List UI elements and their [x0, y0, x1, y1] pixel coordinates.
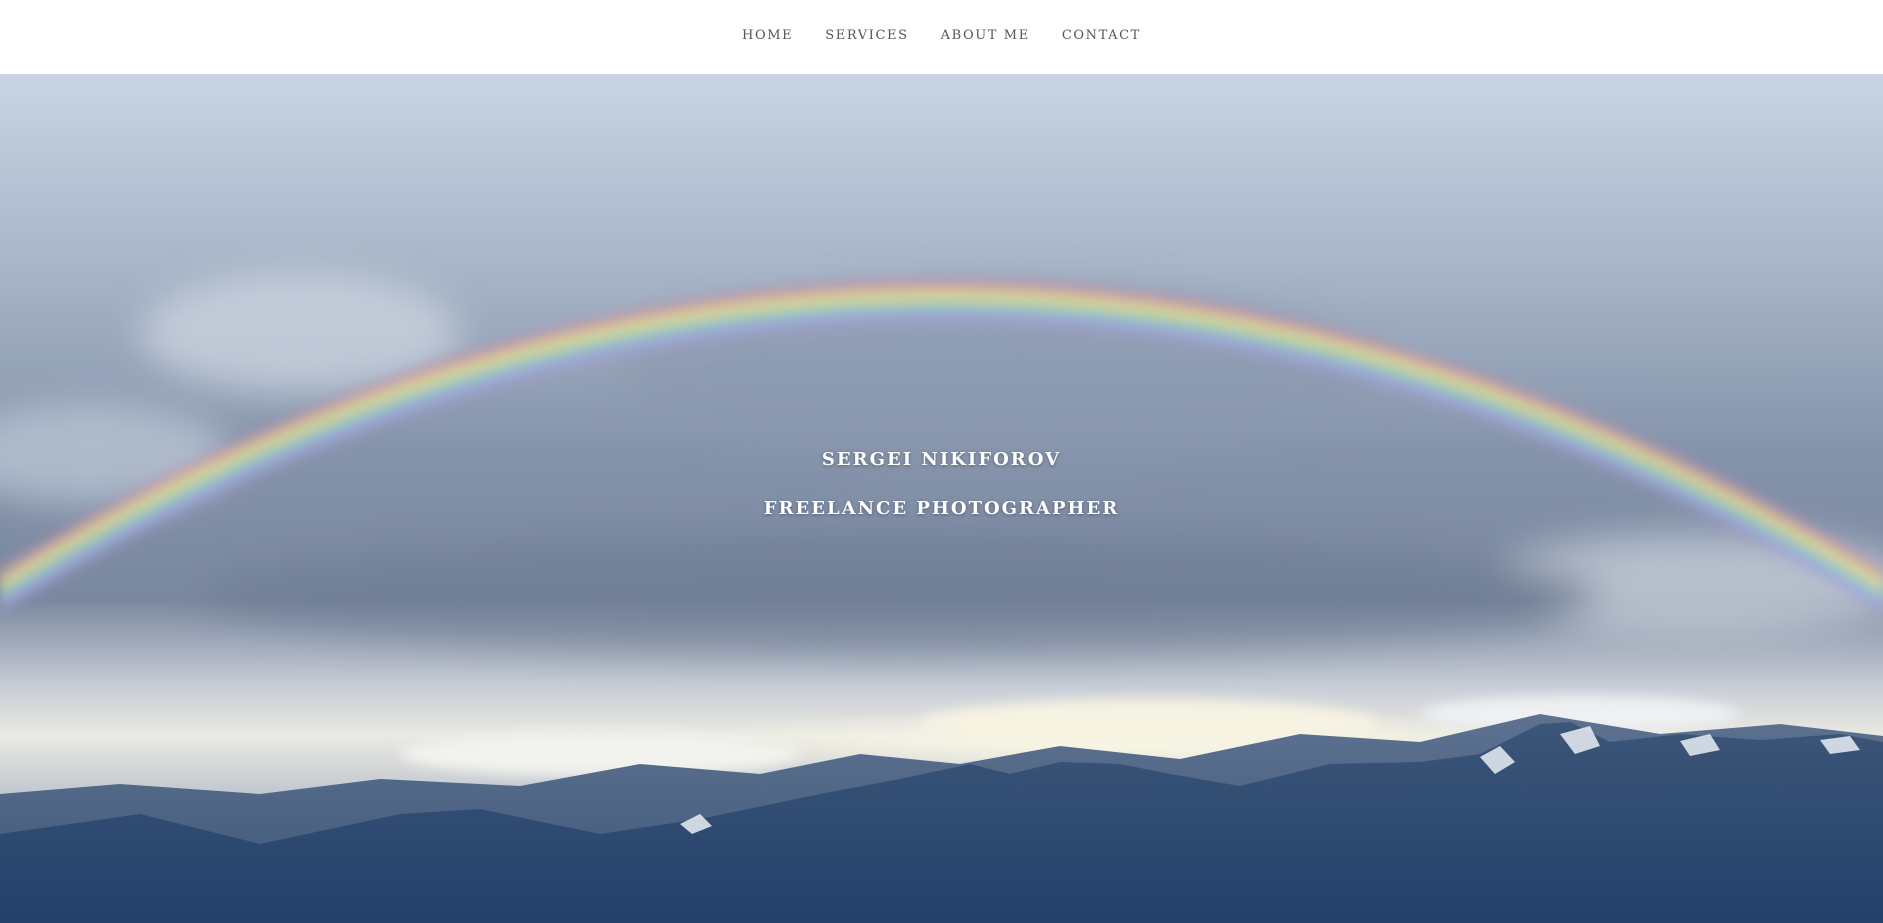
nav-item-home: HOME	[726, 24, 809, 43]
nav-link-about-me[interactable]: ABOUT ME	[925, 28, 1046, 43]
nav-item-services: SERVICES	[809, 24, 924, 43]
nav-item-about-me: ABOUT ME	[925, 24, 1046, 43]
nav-link-contact[interactable]: CONTACT	[1046, 28, 1157, 43]
photographer-tagline: FREELANCE PHOTOGRAPHER	[763, 497, 1120, 519]
photographer-name: SERGEI NIKIFOROV	[821, 448, 1062, 470]
nav-item-contact: CONTACT	[1046, 24, 1157, 43]
main-menu: HOME SERVICES ABOUT ME CONTACT	[726, 24, 1157, 43]
nav-link-home[interactable]: HOME	[726, 28, 809, 43]
nav-list: HOME SERVICES ABOUT ME CONTACT	[726, 24, 1157, 43]
hero-title-block: SERGEI NIKIFOROV FREELANCE PHOTOGRAPHER	[0, 74, 1883, 923]
hero-section: SERGEI NIKIFOROV FREELANCE PHOTOGRAPHER	[0, 74, 1883, 923]
top-navigation: HOME SERVICES ABOUT ME CONTACT	[0, 0, 1883, 74]
nav-link-services[interactable]: SERVICES	[809, 28, 924, 43]
